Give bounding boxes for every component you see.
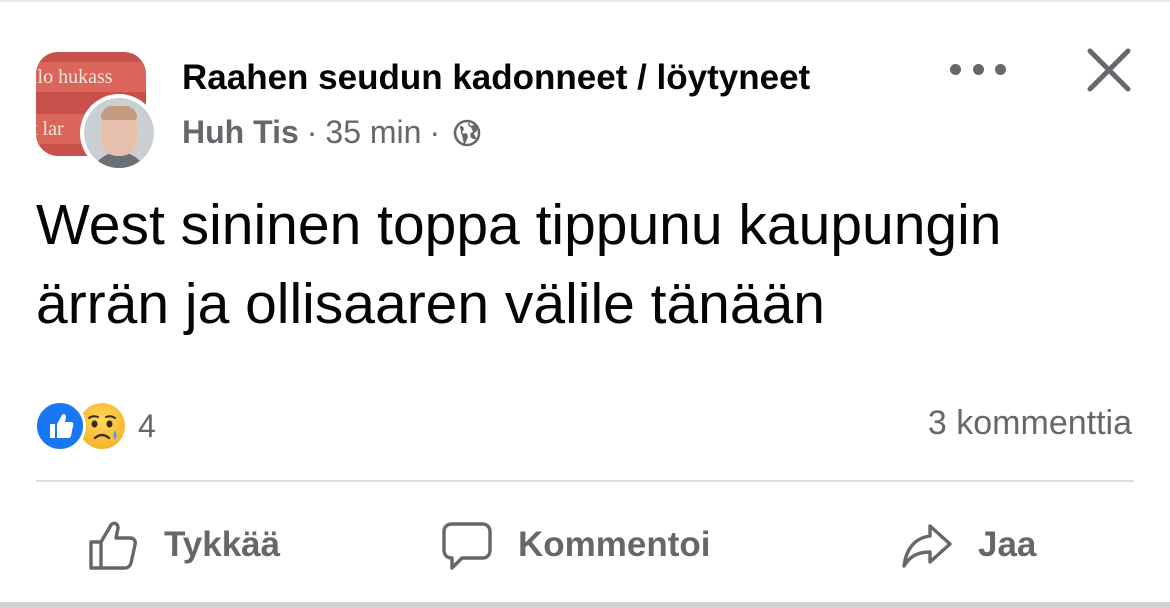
bottom-divider [0,602,1170,608]
thumbs-up-icon [89,521,137,570]
globe-icon[interactable] [452,118,482,148]
top-divider [0,0,1170,2]
group-name-link[interactable]: Raahen seudun kadonneet / löytyneet [182,58,810,98]
like-button-label: Tykkää [164,525,281,564]
reactions-summary[interactable]: 4 [34,400,156,452]
share-arrow-icon [902,524,952,568]
close-icon[interactable] [1084,45,1134,95]
actions-divider [36,480,1134,482]
meta-separator: · [306,114,318,150]
comment-button-label: Kommentoi [518,525,711,564]
meta-separator: · [429,114,441,150]
share-button[interactable]: Jaa [900,510,1036,580]
ellipsis-dot [972,63,984,75]
comment-button[interactable]: Kommentoi [440,510,711,580]
group-avatar-text: llo hukass [36,66,113,88]
post-meta: Huh Tis · 35 min · [182,114,482,151]
user-photo [84,98,154,168]
reaction-count: 4 [138,407,156,444]
group-avatar-text: t lar [36,118,64,140]
post-text: West sininen toppa tippunu kaupungin ärr… [36,193,1002,336]
post-timestamp[interactable]: 35 min [325,114,421,151]
facebook-post: llo hukass t lar Raahen seudun kadonneet… [0,0,1170,608]
comment-bubble-icon [442,522,492,570]
like-reaction-icon [34,400,86,452]
user-photo-hair [101,106,137,120]
comment-count-link[interactable]: 3 kommenttia [928,404,1132,443]
ellipsis-dot [950,63,961,75]
author-name-link[interactable]: Huh Tis [182,114,299,151]
user-avatar[interactable] [80,94,158,172]
more-options-icon[interactable] [950,56,1006,82]
share-button-label: Jaa [978,525,1037,564]
like-button[interactable]: Tykkää [86,510,280,580]
ellipsis-dot [995,63,1006,75]
